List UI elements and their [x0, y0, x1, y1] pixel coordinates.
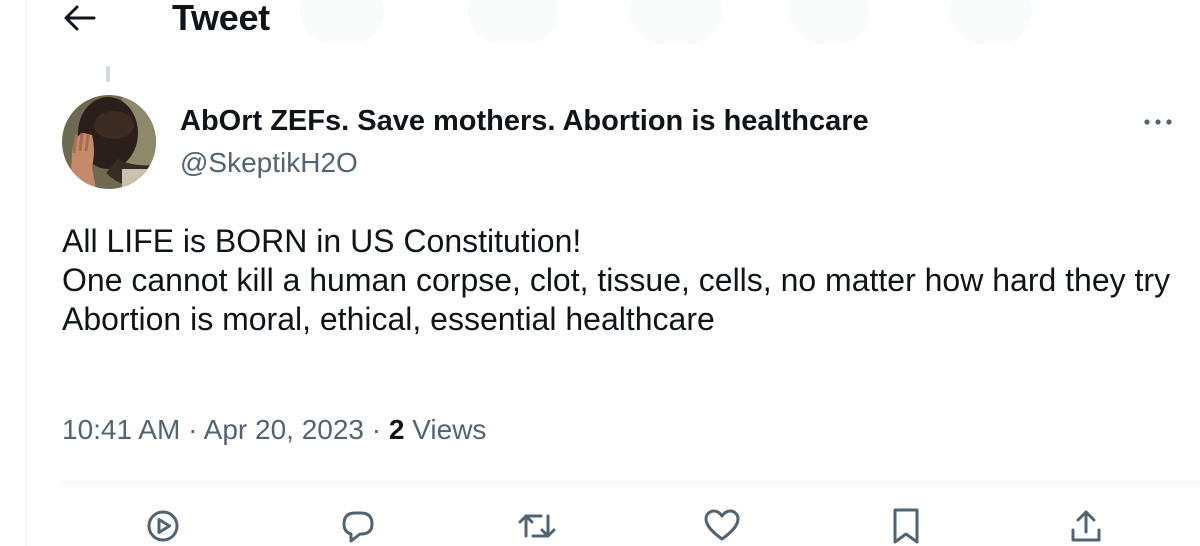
play-button[interactable]: [143, 506, 183, 546]
blurred-backdrop-shape: [950, 0, 1032, 44]
reply-button[interactable]: [338, 506, 378, 546]
blurred-backdrop-shape: [790, 0, 870, 44]
tweet-metadata: 10:41 AM · Apr 20, 2023 · 2 Views: [62, 412, 486, 448]
tweet-date[interactable]: Apr 20, 2023: [204, 414, 364, 445]
retweet-button[interactable]: [517, 506, 557, 546]
divider: [62, 482, 1200, 483]
bookmark-button[interactable]: [886, 506, 926, 546]
avatar-image: [62, 95, 156, 189]
tweet-time[interactable]: 10:41 AM: [62, 414, 180, 445]
thread-connector-line: [106, 66, 110, 82]
reply-icon: [342, 511, 374, 543]
tweet-text-line: One cannot kill a human corpse, clot, ti…: [62, 262, 1171, 298]
arrow-left-icon: [64, 5, 96, 31]
meta-separator: ·: [188, 414, 198, 445]
like-button[interactable]: [702, 506, 742, 546]
retweet-icon: [518, 514, 556, 538]
meta-separator: ·: [371, 414, 382, 445]
share-icon: [1071, 510, 1101, 542]
more-horizontal-icon: [1144, 119, 1172, 125]
author-handle[interactable]: @SkeptikH2O: [180, 146, 358, 180]
avatar[interactable]: [62, 95, 156, 189]
page-title: Tweet: [172, 0, 270, 38]
heart-icon: [704, 509, 740, 541]
tweet-text-line: All LIFE is BORN in US Constitution!: [62, 223, 582, 259]
top-header: Tweet: [0, 0, 1200, 46]
blurred-backdrop-shape: [630, 0, 722, 44]
blurred-backdrop-shape: [468, 0, 558, 44]
tweet-text-line: Abortion is moral, ethical, essential he…: [62, 301, 715, 337]
author-display-name[interactable]: AbOrt ZEFs. Save mothers. Abortion is he…: [180, 104, 869, 138]
tweet-text: All LIFE is BORN in US Constitution! One…: [62, 222, 1182, 339]
blurred-backdrop-shape: [300, 0, 384, 44]
left-border: [26, 0, 27, 546]
share-button[interactable]: [1066, 506, 1106, 546]
play-icon: [147, 510, 179, 542]
views-label: Views: [412, 414, 487, 445]
back-button[interactable]: [58, 0, 102, 40]
views-count: 2: [388, 414, 405, 445]
bookmark-icon: [893, 508, 919, 544]
more-options-button[interactable]: [1136, 100, 1180, 144]
